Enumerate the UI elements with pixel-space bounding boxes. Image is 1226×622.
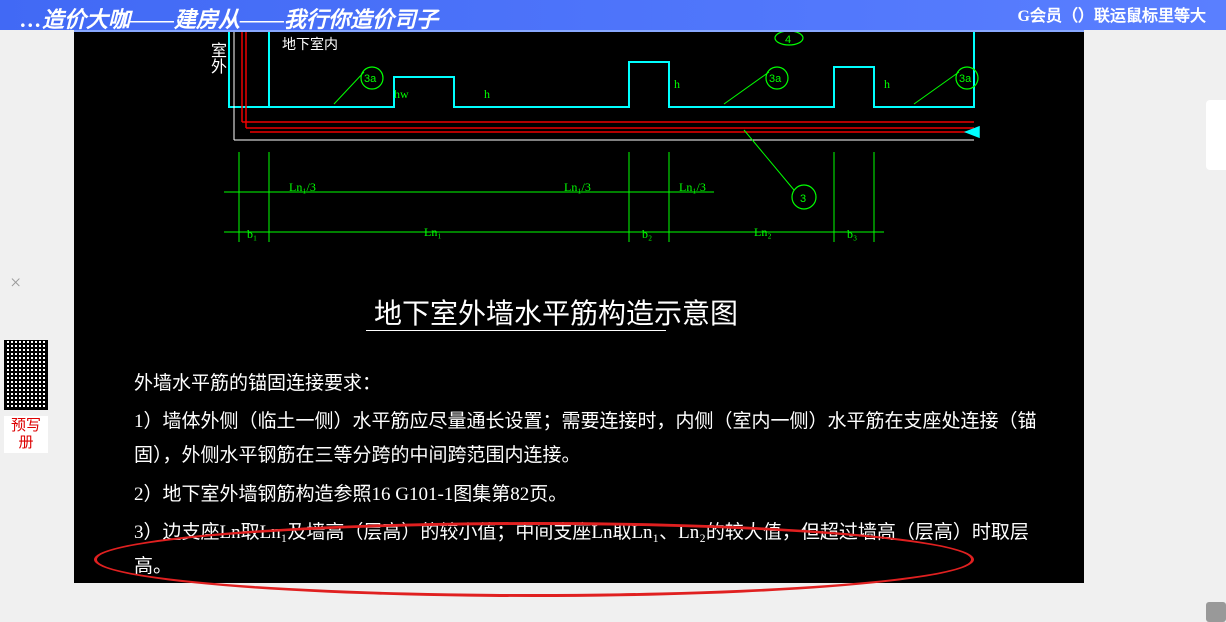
title-underline <box>366 330 666 331</box>
bottom-right-handle[interactable] <box>1206 602 1226 622</box>
right-tab[interactable] <box>1206 100 1226 170</box>
qr-caption: 预写册 <box>4 416 48 453</box>
banner-right-text: G会员（）联运鼠标里等大 <box>1018 2 1206 26</box>
svg-text:4: 4 <box>785 34 791 46</box>
cad-diagram: 3a 3a 3a 3 4 室外 地下室内 Ln₁/3 Ln₁/3 Ln₁/3 b… <box>74 30 1084 583</box>
dim-b1: b₁ <box>247 227 257 242</box>
dim-h1: h <box>484 87 490 102</box>
dim-b3: b₃ <box>847 227 857 242</box>
dim-h2: h <box>674 77 680 92</box>
label-outdoor: 室外 <box>204 42 228 74</box>
notes-header: 外墙水平筋的锚固连接要求： <box>134 367 1044 401</box>
dim-ln1: Ln₁ <box>424 225 442 240</box>
svg-text:3: 3 <box>800 193 806 205</box>
note-1: 1）墙体外侧（临土一侧）水平筋应尽量通长设置；需要连接时，内侧（室内一侧）水平筋… <box>134 405 1044 473</box>
dim-ln3-a: Ln₁/3 <box>289 180 316 195</box>
note-2: 2）地下室外墙钢筋构造参照16 G101-1图集第82页。 <box>134 478 1044 512</box>
svg-text:3a: 3a <box>959 73 972 85</box>
svg-text:3a: 3a <box>769 73 782 85</box>
dim-b2: b₂ <box>642 227 652 242</box>
dim-ln3-b: Ln₁/3 <box>564 180 591 195</box>
dim-ln2: Ln₂ <box>754 225 772 240</box>
qr-code[interactable] <box>4 340 48 410</box>
label-indoor: 地下室内 <box>282 34 338 54</box>
diagram-title: 地下室外墙水平筋构造示意图 <box>374 292 738 332</box>
note-3: 3）边支座Ln取Ln₁及墙高（层高）的较小值；中间支座Ln取Ln₁、Ln₂的较大… <box>134 516 1044 584</box>
top-banner: …造价大咖——建房从——我行你造价司子 G会员（）联运鼠标里等大 <box>0 0 1226 30</box>
close-icon[interactable]: × <box>10 272 21 295</box>
dim-ln3-c: Ln₁/3 <box>679 180 706 195</box>
dim-h3: h <box>884 77 890 92</box>
svg-text:3a: 3a <box>364 73 377 85</box>
banner-left-text: …造价大咖——建房从——我行你造价司子 <box>20 7 438 30</box>
dim-hw: hw <box>394 87 409 102</box>
notes-block: 外墙水平筋的锚固连接要求： 1）墙体外侧（临土一侧）水平筋应尽量通长设置；需要连… <box>134 367 1044 588</box>
